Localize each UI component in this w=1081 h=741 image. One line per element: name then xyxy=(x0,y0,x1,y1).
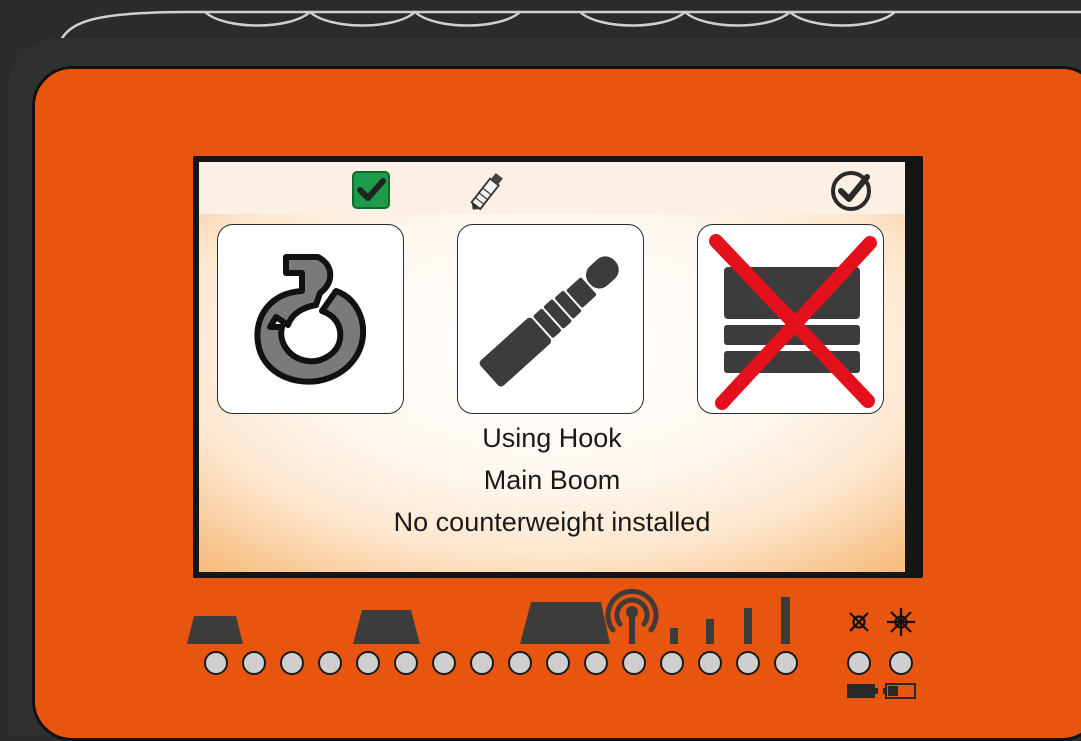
light-off-icon xyxy=(849,612,869,632)
led-8 xyxy=(470,651,494,675)
led-12 xyxy=(622,651,646,675)
led-16 xyxy=(774,651,798,675)
led-9 xyxy=(508,651,532,675)
led-2 xyxy=(242,651,266,675)
led-7 xyxy=(432,651,456,675)
load-zone-2-icon xyxy=(353,610,420,644)
led-15 xyxy=(736,651,760,675)
led-10 xyxy=(546,651,570,675)
load-zone-1-icon xyxy=(187,616,243,644)
light-off-led xyxy=(847,651,871,675)
led-5 xyxy=(356,651,380,675)
led-1 xyxy=(204,651,228,675)
indicator-graphics xyxy=(187,588,916,699)
led-3 xyxy=(280,651,304,675)
led-6 xyxy=(394,651,418,675)
led-4 xyxy=(318,651,342,675)
load-zone-3-icon xyxy=(520,602,610,644)
light-on-led xyxy=(889,651,913,675)
led-13 xyxy=(660,651,684,675)
signal-strength-icon xyxy=(670,597,790,644)
led-14 xyxy=(698,651,722,675)
antenna-icon xyxy=(605,588,659,644)
battery-full-icon xyxy=(847,684,878,698)
light-on-icon xyxy=(887,608,915,636)
led-11 xyxy=(584,651,608,675)
battery-low-icon xyxy=(883,683,916,699)
